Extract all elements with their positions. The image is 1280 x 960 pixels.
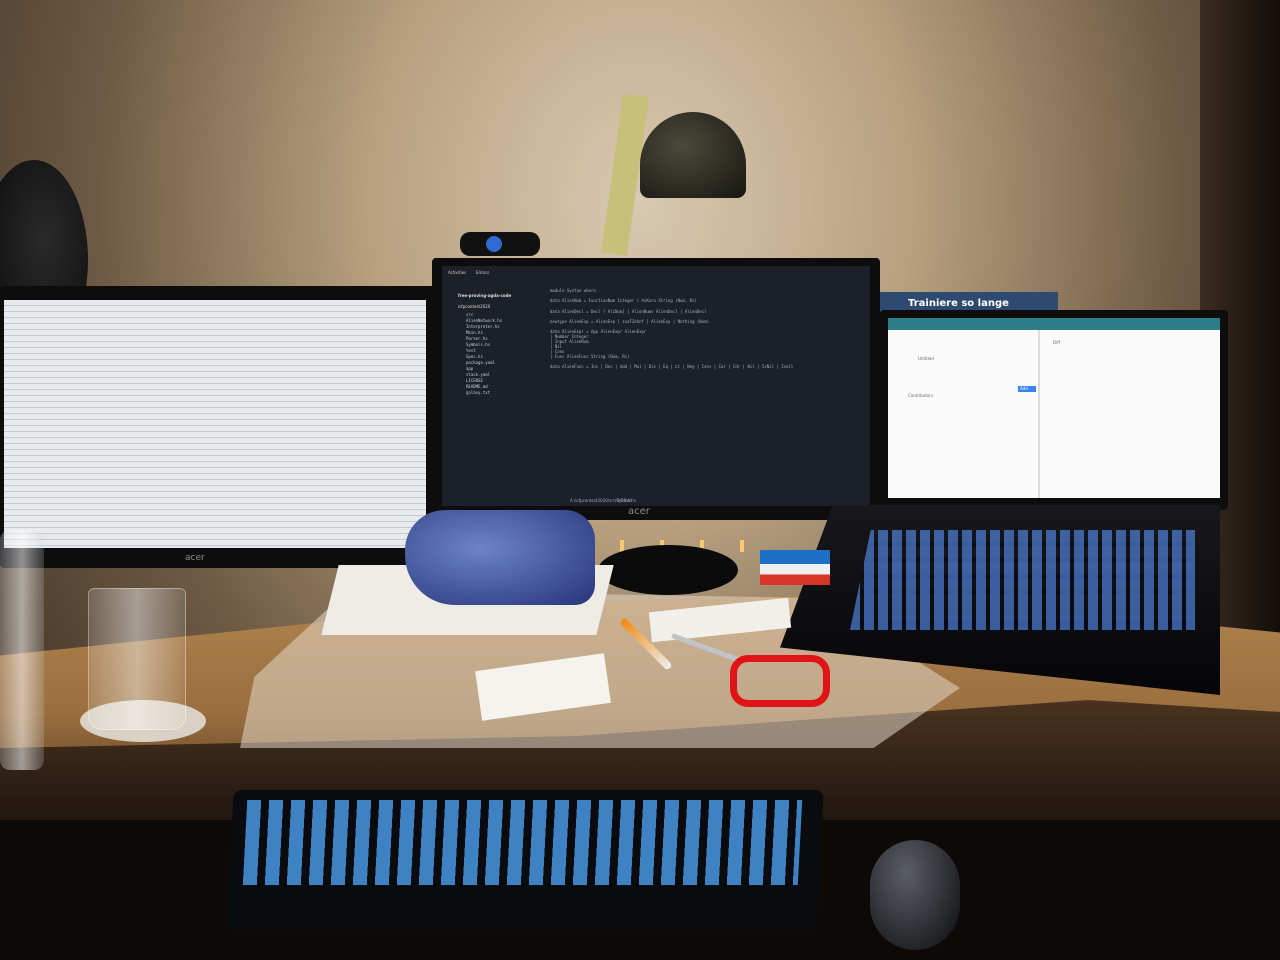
- poster-text: Trainiere so lange: [908, 298, 1009, 309]
- file-tree-item[interactable]: Interpreter.hs: [466, 324, 500, 329]
- desk-lamp-head: [640, 112, 746, 198]
- left-pane-button-label: Add: [1020, 386, 1028, 391]
- file-tree-item[interactable]: README.md: [466, 384, 488, 389]
- topbar-app[interactable]: Emacs: [476, 270, 489, 275]
- browser-tabbar: [888, 318, 1220, 330]
- left-pane-button[interactable]: Add: [1018, 386, 1036, 392]
- book-stack: [760, 550, 830, 585]
- left-pane-text-1: Untitled: [918, 356, 934, 361]
- gaming-mouse: [870, 840, 960, 950]
- scissors-handle: [730, 655, 830, 707]
- webcam-lens: [486, 236, 502, 252]
- right-pane-text: Diff: [1053, 340, 1060, 345]
- file-tree-item[interactable]: test: [466, 348, 476, 353]
- center-monitor-logo: acer: [628, 506, 650, 517]
- split-divider: [1038, 330, 1040, 498]
- file-tree-item[interactable]: src: [466, 312, 473, 317]
- file-tree-item[interactable]: Main.hs: [466, 330, 483, 335]
- project-name: free-proving-agda-code: [458, 293, 512, 298]
- folder-name[interactable]: icfpcontest2020: [458, 304, 490, 309]
- file-tree-item[interactable]: Symbols.hs: [466, 342, 490, 347]
- topbar-activities[interactable]: Activities: [448, 270, 466, 275]
- code-line: data AlienDecl = Decl [ AliNum] | AlienN…: [550, 309, 707, 314]
- file-tree-item[interactable]: AlienNetwork.hs: [466, 318, 502, 323]
- chips-bag: [405, 510, 595, 605]
- laptop-keyboard: [850, 530, 1195, 630]
- keyboard-backlit-keys: [242, 800, 803, 885]
- code-line: module Syntax where: [550, 288, 596, 293]
- laptop-screen: Untitled Contributors Add Diff: [888, 318, 1220, 498]
- drinking-glass: [88, 588, 186, 730]
- photo-scene: Trainiere so lange acer Activities Emacs…: [0, 0, 1280, 960]
- file-tree-item[interactable]: app: [466, 366, 473, 371]
- center-monitor-screen: Activities Emacs free-proving-agda-code …: [442, 266, 870, 506]
- file-tree-item[interactable]: Parser.hs: [466, 336, 488, 341]
- status-position: 9:59 All: [617, 498, 633, 503]
- file-tree-item[interactable]: Spec.hs: [466, 354, 483, 359]
- water-bottle: [0, 530, 44, 770]
- file-tree-item[interactable]: stack.yaml: [466, 372, 490, 377]
- monitor-stand: [598, 545, 738, 595]
- file-tree-item[interactable]: LICENSE: [466, 378, 483, 383]
- file-tree-item[interactable]: galaxy.txt: [466, 390, 490, 395]
- left-monitor-screen: [4, 300, 426, 548]
- code-line: data AlienFunc = Inc | Dec | Add | Mul |…: [550, 364, 794, 369]
- code-line: newtype AlienExp = AlienExp [ zuzFZehnf …: [550, 319, 709, 324]
- left-pane-text-2: Contributors: [908, 393, 933, 398]
- file-tree-item[interactable]: package.yaml: [466, 360, 495, 365]
- left-monitor-logo: acer: [185, 553, 205, 563]
- code-line: data AlienNum = FunctionNum Integer | As…: [550, 298, 697, 303]
- code-line: | Func AlienFunc String (Num, Rs): [550, 354, 630, 359]
